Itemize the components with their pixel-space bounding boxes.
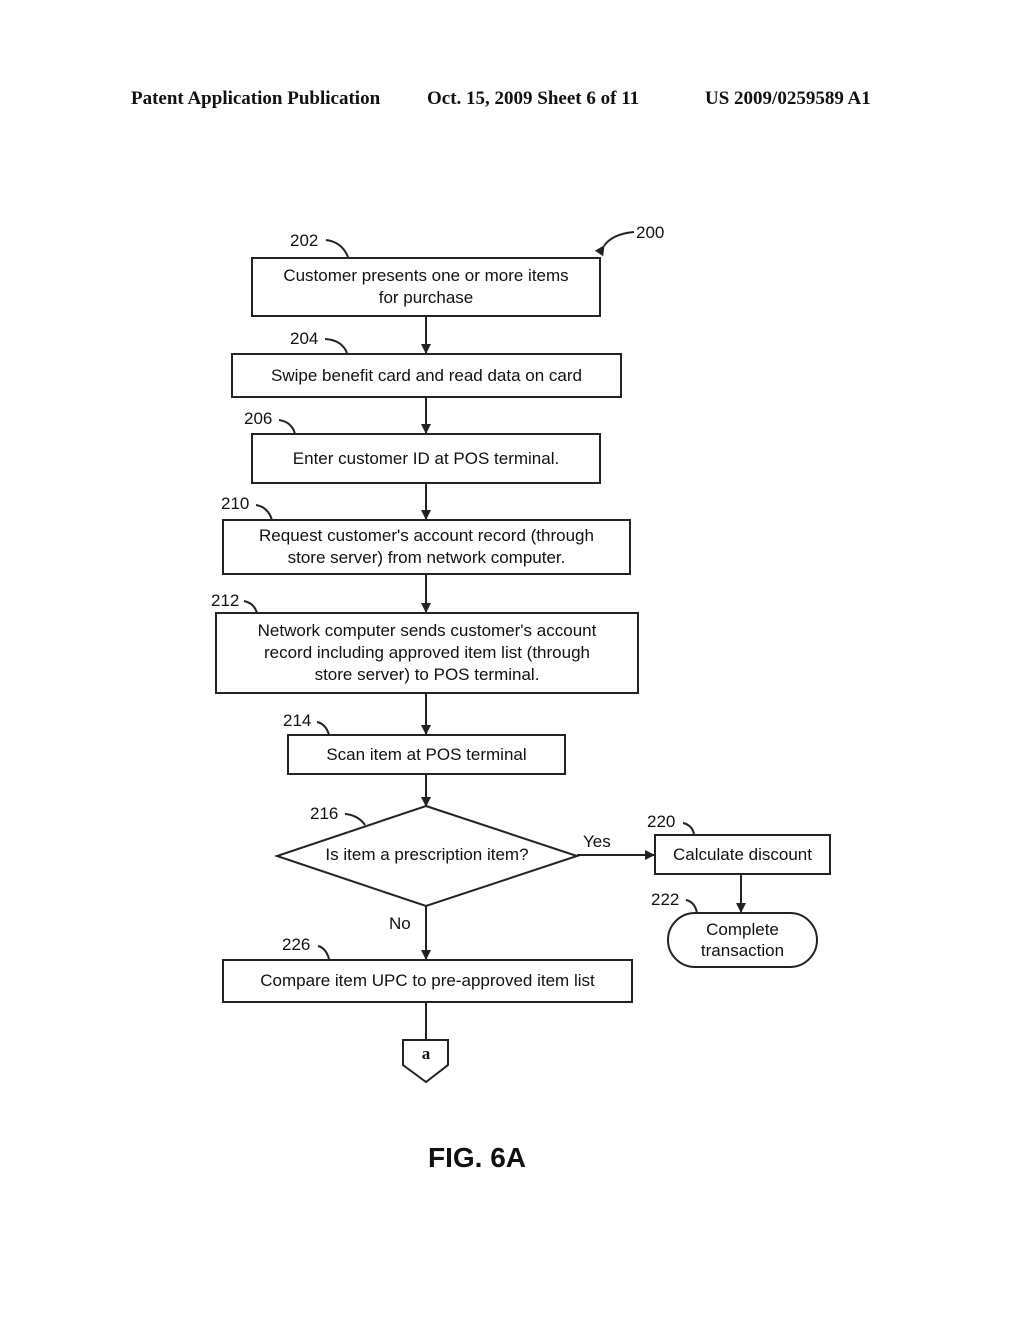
leader-204 — [324, 338, 348, 354]
step-ref-220: 220 — [647, 812, 676, 831]
step-box-220: Calculate discount — [654, 834, 831, 875]
step-box-226: Compare item UPC to pre-approved item li… — [222, 959, 633, 1003]
figure-ref-200: 200 — [636, 223, 665, 242]
step-ref-210: 210 — [221, 494, 250, 513]
leader-200 — [594, 231, 635, 257]
step-box-210: Request customer's account record (throu… — [222, 519, 631, 575]
step-text-212-line3: store server) to POS terminal. — [314, 665, 540, 684]
step-text-202-line2: for purchase — [378, 288, 474, 307]
step-box-212: Network computer sends customer's accoun… — [215, 612, 639, 694]
figure-label: FIG. 6A — [428, 1142, 527, 1173]
step-ref-226: 226 — [282, 935, 311, 954]
connector-label-a: a — [421, 1044, 431, 1063]
branch-label-yes: Yes — [583, 832, 611, 851]
leader-202 — [325, 239, 349, 258]
leader-220 — [682, 822, 695, 835]
step-ref-202: 202 — [290, 231, 319, 250]
leader-226 — [317, 945, 330, 960]
branch-label-no: No — [389, 914, 411, 933]
step-text-210-line1: Request customer's account record (throu… — [259, 526, 594, 545]
step-box-214: Scan item at POS terminal — [287, 734, 566, 775]
step-ref-216: 216 — [310, 804, 339, 823]
step-ref-212: 212 — [211, 591, 240, 610]
step-text-226: Compare item UPC to pre-approved item li… — [260, 971, 595, 990]
step-ref-222: 222 — [651, 890, 680, 909]
terminal-text-222-line1: Complete — [706, 920, 779, 939]
leader-210 — [255, 504, 273, 521]
terminal-222: Complete transaction — [667, 912, 818, 968]
step-text-210-line2: store server) from network computer. — [287, 548, 566, 567]
step-text-214: Scan item at POS terminal — [326, 744, 527, 764]
terminal-text-222-line2: transaction — [700, 941, 785, 960]
step-text-202-line1: Customer presents one or more items — [283, 266, 569, 285]
step-text-212-line1: Network computer sends customer's accoun… — [257, 621, 597, 640]
step-text-220: Calculate discount — [673, 844, 812, 864]
leader-216 — [344, 813, 366, 826]
step-ref-204: 204 — [290, 329, 319, 348]
step-box-202: Customer presents one or more items for … — [251, 257, 601, 317]
step-text-204: Swipe benefit card and read data on card — [271, 365, 582, 385]
step-box-206: Enter customer ID at POS terminal. — [251, 433, 601, 484]
step-text-206: Enter customer ID at POS terminal. — [292, 448, 560, 468]
decision-text-216: Is item a prescription item? — [325, 845, 529, 864]
step-box-204: Swipe benefit card and read data on card — [231, 353, 622, 398]
step-ref-206: 206 — [244, 409, 273, 428]
step-ref-214: 214 — [283, 711, 312, 730]
leader-206 — [278, 419, 296, 435]
step-text-212-line2: record including approved item list (thr… — [263, 643, 590, 662]
